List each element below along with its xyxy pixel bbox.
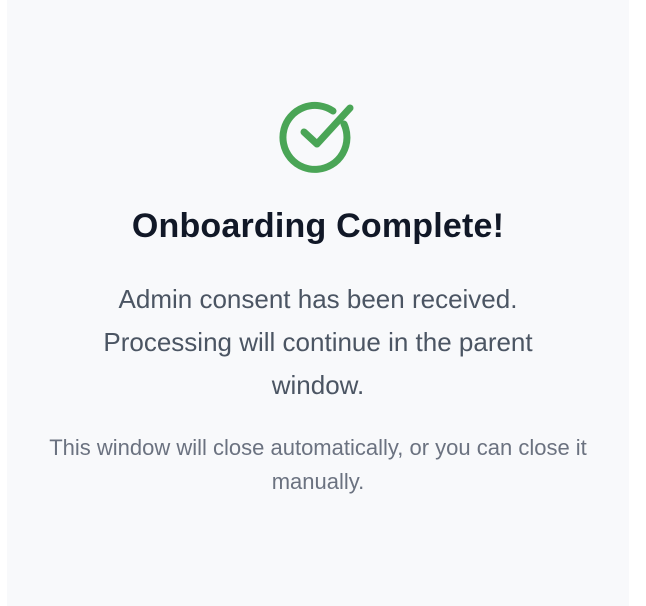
completion-content: Onboarding Complete! Admin consent has b… — [7, 94, 629, 499]
page-title: Onboarding Complete! — [131, 207, 505, 245]
status-message: Admin consent has been received. Process… — [103, 284, 533, 400]
auto-close-note: This window will close automatically, or… — [49, 435, 587, 494]
completion-panel: Onboarding Complete! Admin consent has b… — [7, 0, 629, 606]
check-circle-icon — [279, 101, 354, 173]
